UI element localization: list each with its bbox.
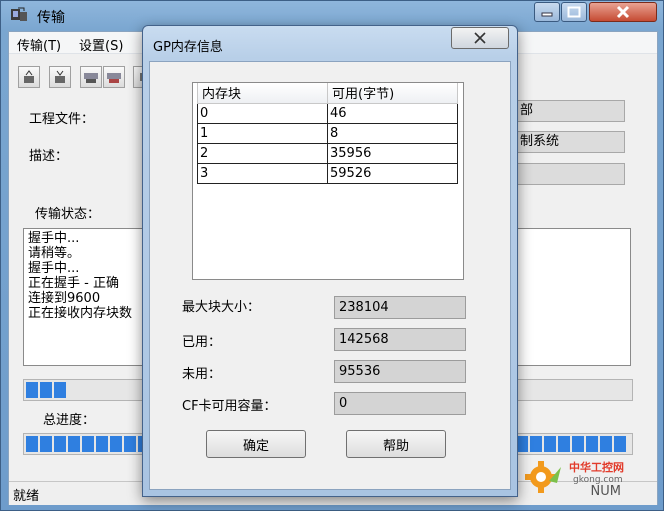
watermark-text: 中华工控网 [569, 461, 624, 474]
gear-logo-icon [525, 461, 561, 493]
watermark-subtext: gkong.com [573, 475, 623, 485]
available-cell: 8 [327, 122, 458, 144]
total-progress-label: 总进度： [43, 413, 96, 428]
progress-segment [124, 436, 136, 452]
block-cell: 3 [197, 162, 328, 184]
progress-segment [586, 436, 598, 452]
progress-segment [54, 382, 66, 398]
table-row[interactable]: 3 59526 [197, 162, 458, 184]
window-title: 传输 [37, 10, 65, 26]
progress-segment [530, 436, 542, 452]
help-button[interactable]: 帮助 [346, 430, 446, 458]
sys-upload-icon [84, 73, 98, 83]
close-icon [474, 32, 486, 44]
column-header-block[interactable]: 内存块 [197, 83, 328, 104]
block-cell: 0 [197, 102, 328, 124]
used-label: 已用： [182, 335, 222, 350]
close-button[interactable] [589, 2, 657, 22]
available-cell: 59526 [327, 162, 458, 184]
maximize-button[interactable] [561, 2, 587, 22]
progress-segment [110, 436, 122, 452]
dialog-close-button[interactable] [451, 27, 509, 49]
transfer-status-label: 传输状态： [35, 207, 101, 222]
gp-memory-dialog: GP内存信息 内存块 可用(字节) 0 46 1 8 2 35956 3 595… [142, 25, 518, 497]
upload-icon [24, 70, 34, 83]
dialog-title: GP内存信息 [153, 40, 223, 55]
ok-button[interactable]: 确定 [206, 430, 306, 458]
available-cell: 46 [327, 102, 458, 124]
minimize-icon [541, 12, 553, 17]
upload-button[interactable] [18, 66, 40, 88]
project-file-label: 工程文件： [29, 112, 95, 127]
progress-segment [26, 382, 38, 398]
used-field: 142568 [334, 328, 466, 351]
progress-segment [82, 436, 94, 452]
table-row[interactable]: 2 35956 [197, 142, 458, 164]
description-field: 制系统 [515, 131, 625, 153]
progress-segment [68, 436, 80, 452]
table-row[interactable]: 1 8 [197, 122, 458, 144]
max-block-size-field: 238104 [334, 296, 466, 319]
progress-segment [54, 436, 66, 452]
minimize-button[interactable] [534, 2, 560, 22]
download-button[interactable] [49, 66, 71, 88]
description-field-2 [515, 163, 625, 185]
block-cell: 2 [197, 142, 328, 164]
project-file-field: 部 [515, 100, 625, 122]
progress-segment [40, 436, 52, 452]
progress-segment [40, 382, 52, 398]
transfer-app-icon [11, 7, 27, 21]
max-block-size-label: 最大块大小： [182, 300, 261, 315]
progress-segment [600, 436, 612, 452]
block-cell: 1 [197, 122, 328, 144]
sys-download-icon [107, 73, 121, 83]
description-label: 描述： [29, 149, 69, 164]
unused-label: 未用： [182, 367, 222, 382]
column-header-available[interactable]: 可用(字节) [327, 83, 458, 104]
close-icon [616, 5, 630, 19]
progress-segment [558, 436, 570, 452]
dialog-body: 内存块 可用(字节) 0 46 1 8 2 35956 3 59526 最大块大… [149, 61, 511, 490]
progress-segment [544, 436, 556, 452]
menu-settings[interactable]: 设置(S) [79, 35, 123, 54]
memory-block-list[interactable]: 内存块 可用(字节) 0 46 1 8 2 35956 3 59526 [192, 82, 464, 280]
watermark-logo: 中华工控网 gkong.com [521, 457, 661, 497]
cf-card-capacity-field: 0 [334, 392, 466, 415]
available-cell: 35956 [327, 142, 458, 164]
memory-table: 内存块 可用(字节) 0 46 1 8 2 35956 3 59526 [197, 83, 458, 184]
cf-card-capacity-label: CF卡可用容量： [182, 399, 277, 414]
table-row[interactable]: 0 46 [197, 102, 458, 124]
download-icon [55, 70, 65, 83]
progress-segment [26, 436, 38, 452]
maximize-icon [567, 6, 581, 18]
menu-transfer[interactable]: 传输(T) [17, 35, 61, 54]
progress-segment [614, 436, 626, 452]
sys-download-button[interactable] [103, 66, 125, 88]
progress-segment [96, 436, 108, 452]
sys-upload-button[interactable] [80, 66, 102, 88]
unused-field: 95536 [334, 360, 466, 383]
progress-segment [572, 436, 584, 452]
status-text: 就绪 [13, 489, 40, 504]
